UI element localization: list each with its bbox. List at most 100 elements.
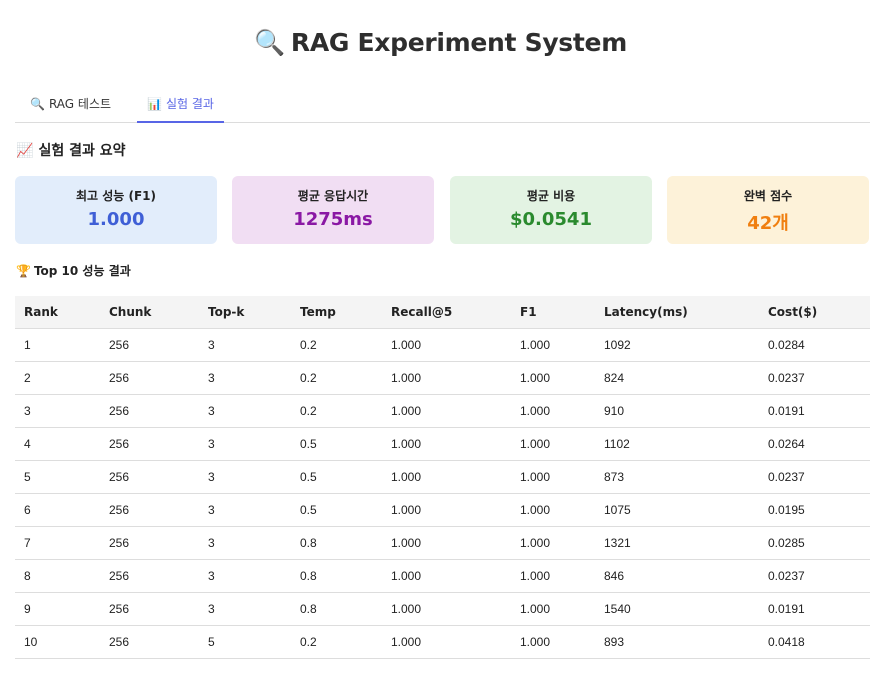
cell-temp: 0.8 <box>291 559 382 593</box>
cell-cost: 0.0285 <box>759 526 870 560</box>
cell-rank: 3 <box>15 394 100 428</box>
summary-cards: 최고 성능 (F1) 1.000 평균 응답시간 1275ms 평균 비용 $0… <box>15 176 870 244</box>
metric-label: 평균 비용 <box>526 189 576 203</box>
cell-f1: 1.000 <box>511 328 595 362</box>
cell-latency: 873 <box>595 460 759 494</box>
cell-temp: 0.2 <box>291 394 382 428</box>
cell-temp: 0.2 <box>291 625 382 659</box>
cell-top-k: 3 <box>199 427 291 461</box>
cell-f1: 1.000 <box>511 394 595 428</box>
cell-latency: 1321 <box>595 526 759 560</box>
magnifier-icon: 🔍 <box>30 97 45 111</box>
cell-latency: 824 <box>595 361 759 395</box>
cell-rank: 10 <box>15 625 100 659</box>
cell-cost: 0.0191 <box>759 394 870 428</box>
cell-chunk: 256 <box>100 625 199 659</box>
cell-chunk: 256 <box>100 526 199 560</box>
metric-value: 1275ms <box>293 209 373 230</box>
cell-recall: 1.000 <box>382 625 511 659</box>
metric-value: $0.0541 <box>510 209 592 230</box>
cell-cost: 0.0195 <box>759 493 870 527</box>
summary-heading: 📈 실험 결과 요약 <box>16 140 125 160</box>
cell-f1: 1.000 <box>511 526 595 560</box>
cell-chunk: 256 <box>100 328 199 362</box>
cell-recall: 1.000 <box>382 592 511 626</box>
metric-label: 최고 성능 (F1) <box>75 189 157 203</box>
cell-recall: 1.000 <box>382 493 511 527</box>
table-row: 9 256 3 0.8 1.000 1.000 1540 0.0191 <box>15 592 870 626</box>
trend-chart-icon: 📈 <box>16 143 34 159</box>
tab-experiment-results[interactable]: 📊 실험 결과 <box>137 88 224 123</box>
cell-top-k: 3 <box>199 394 291 428</box>
cell-f1: 1.000 <box>511 460 595 494</box>
page-title-text: RAG Experiment System <box>290 28 627 57</box>
cell-temp: 0.8 <box>291 592 382 626</box>
cell-chunk: 256 <box>100 460 199 494</box>
cell-recall: 1.000 <box>382 427 511 461</box>
table-header-row: Rank Chunk Top-k Temp Recall@5 F1 Latenc… <box>15 296 870 329</box>
page-title: 🔍 RAG Experiment System <box>0 28 881 58</box>
tab-label: RAG 테스트 <box>48 97 112 111</box>
cell-temp: 0.2 <box>291 361 382 395</box>
cell-cost: 0.0237 <box>759 559 870 593</box>
trophy-icon: 🏆 <box>16 264 31 278</box>
top10-heading: 🏆 Top 10 성능 결과 <box>16 262 131 279</box>
metric-value: 1.000 <box>87 209 145 230</box>
cell-chunk: 256 <box>100 493 199 527</box>
cell-top-k: 3 <box>199 460 291 494</box>
column-header-latency: Latency(ms) <box>595 296 759 329</box>
cell-cost: 0.0237 <box>759 460 870 494</box>
cell-top-k: 3 <box>199 592 291 626</box>
cell-recall: 1.000 <box>382 526 511 560</box>
metric-value: 42개 <box>747 213 789 234</box>
top10-heading-text: Top 10 성능 결과 <box>33 264 131 278</box>
cell-recall: 1.000 <box>382 394 511 428</box>
bar-chart-icon: 📊 <box>147 97 162 111</box>
cell-f1: 1.000 <box>511 427 595 461</box>
magnifier-icon: 🔍 <box>254 28 285 57</box>
cell-cost: 0.0191 <box>759 592 870 626</box>
cell-top-k: 3 <box>199 328 291 362</box>
cell-latency: 893 <box>595 625 759 659</box>
cell-rank: 6 <box>15 493 100 527</box>
cell-rank: 7 <box>15 526 100 560</box>
results-table: Rank Chunk Top-k Temp Recall@5 F1 Latenc… <box>15 296 870 659</box>
cell-recall: 1.000 <box>382 361 511 395</box>
cell-rank: 1 <box>15 328 100 362</box>
cell-rank: 5 <box>15 460 100 494</box>
cell-temp: 0.8 <box>291 526 382 560</box>
cell-f1: 1.000 <box>511 361 595 395</box>
cell-top-k: 3 <box>199 559 291 593</box>
cell-chunk: 256 <box>100 394 199 428</box>
cell-top-k: 5 <box>199 625 291 659</box>
cell-chunk: 256 <box>100 427 199 461</box>
cell-cost: 0.0264 <box>759 427 870 461</box>
cell-latency: 1075 <box>595 493 759 527</box>
cell-cost: 0.0284 <box>759 328 870 362</box>
table-row: 10 256 5 0.2 1.000 1.000 893 0.0418 <box>15 625 870 659</box>
metric-card-best-f1: 최고 성능 (F1) 1.000 <box>15 176 217 244</box>
cell-recall: 1.000 <box>382 460 511 494</box>
cell-chunk: 256 <box>100 592 199 626</box>
column-header-cost: Cost($) <box>759 296 870 329</box>
column-header-rank: Rank <box>15 296 100 329</box>
table-row: 8 256 3 0.8 1.000 1.000 846 0.0237 <box>15 559 870 593</box>
table-row: 3 256 3 0.2 1.000 1.000 910 0.0191 <box>15 394 870 428</box>
cell-cost: 0.0237 <box>759 361 870 395</box>
tab-rag-test[interactable]: 🔍 RAG 테스트 <box>20 88 121 121</box>
cell-f1: 1.000 <box>511 493 595 527</box>
cell-f1: 1.000 <box>511 625 595 659</box>
metric-card-avg-cost: 평균 비용 $0.0541 <box>450 176 652 244</box>
table-row: 2 256 3 0.2 1.000 1.000 824 0.0237 <box>15 361 870 395</box>
tab-label: 실험 결과 <box>165 97 214 111</box>
cell-latency: 1092 <box>595 328 759 362</box>
summary-heading-text: 실험 결과 요약 <box>38 143 126 159</box>
metric-card-perfect-score: 완벽 점수 42개 <box>667 176 869 244</box>
cell-rank: 8 <box>15 559 100 593</box>
table-row: 7 256 3 0.8 1.000 1.000 1321 0.0285 <box>15 526 870 560</box>
table-row: 1 256 3 0.2 1.000 1.000 1092 0.0284 <box>15 328 870 362</box>
cell-latency: 1540 <box>595 592 759 626</box>
table-row: 6 256 3 0.5 1.000 1.000 1075 0.0195 <box>15 493 870 527</box>
cell-top-k: 3 <box>199 526 291 560</box>
cell-chunk: 256 <box>100 559 199 593</box>
